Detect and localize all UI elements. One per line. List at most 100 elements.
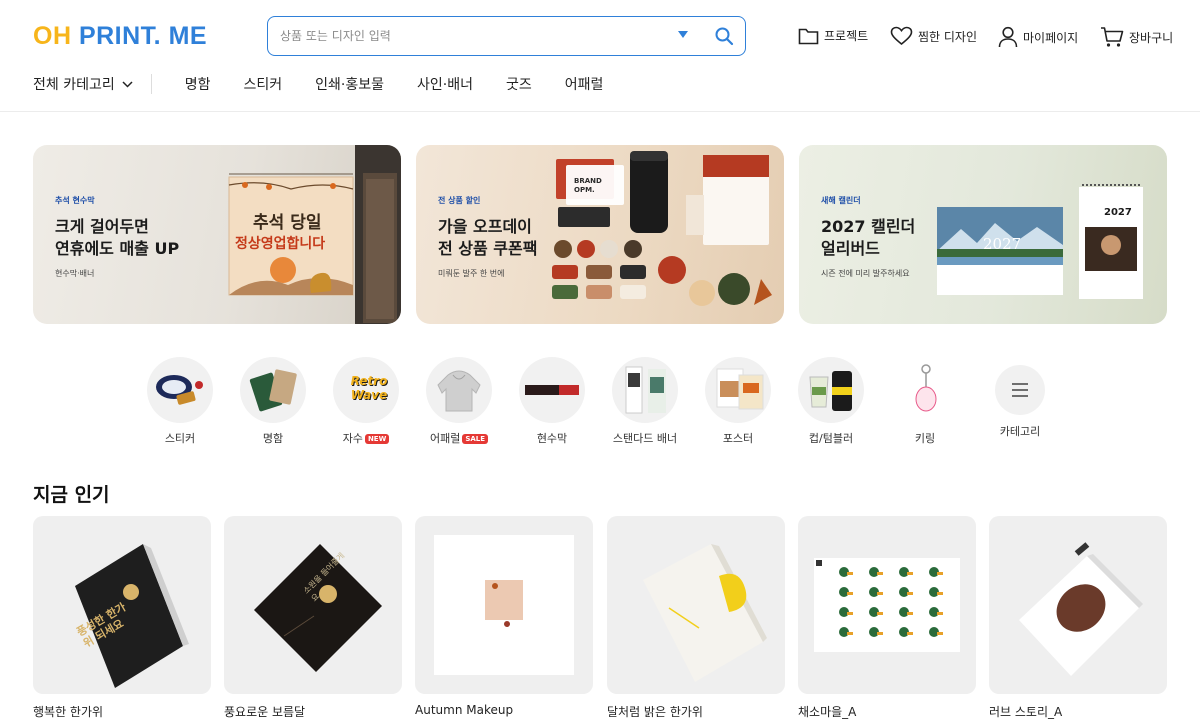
banner-tag: 전 상품 할인 <box>438 196 481 205</box>
popular-section-title: 지금 인기 <box>33 484 110 506</box>
banner-title-line1: 가을 오프데이 <box>438 217 532 236</box>
liked-designs-label: 찜한 디자인 <box>918 29 978 44</box>
promo-banner-chuseok[interactable]: 추석 당일 정상영업합니다 추석 현수막 크게 걸어두면 연휴에도 매출 UP … <box>33 145 401 324</box>
folder-icon <box>798 28 819 45</box>
banner-title-line1: 2027 캘린더 <box>821 217 916 236</box>
chevron-down-icon <box>122 80 133 88</box>
search-dropdown-icon[interactable] <box>678 31 688 38</box>
category-label: 명함 <box>262 432 284 445</box>
nav-goods[interactable]: 굿즈 <box>506 74 532 94</box>
cup-icon <box>798 357 864 423</box>
project-label: 프로젝트 <box>824 29 869 43</box>
category-embroidery[interactable]: Retro Wave 자수 NEW <box>331 357 401 446</box>
banner-tag: 새해 캘린더 <box>821 196 861 205</box>
banner-title-line2: 전 상품 쿠폰팩 <box>438 239 538 258</box>
category-nav: 전체 카테고리 명함 스티커 인쇄·홍보물 사인·배너 굿즈 어패럴 <box>33 74 603 94</box>
category-label: 스티커 <box>164 432 196 445</box>
product-image <box>798 516 976 694</box>
category-label: 포스터 <box>722 432 754 445</box>
cart-label: 장바구니 <box>1129 30 1174 45</box>
category-poster[interactable]: 포스터 <box>703 357 773 446</box>
sticker-icon <box>147 357 213 423</box>
banner-title-line1: 크게 걸어두면 <box>55 217 149 236</box>
product-image <box>989 516 1167 694</box>
category-business-card[interactable]: 명함 <box>238 357 308 446</box>
product-name: 행복한 한가위 <box>33 705 104 719</box>
category-label: 컵/텀블러 <box>808 432 854 445</box>
search-box <box>267 16 746 56</box>
category-banner[interactable]: 현수막 <box>517 357 587 446</box>
all-categories-button[interactable]: 전체 카테고리 <box>33 74 152 94</box>
business-card-icon <box>240 357 306 423</box>
category-cup-tumbler[interactable]: 컵/텀블러 <box>796 357 866 446</box>
banner-title-line2: 연휴에도 매출 UP <box>55 239 180 258</box>
embroidery-icon: Retro Wave <box>333 357 399 423</box>
product-image <box>607 516 785 694</box>
category-label: 키링 <box>914 432 936 445</box>
product-card[interactable]: 달처럼 밝은 한가위 <box>607 516 785 720</box>
category-sticker[interactable]: 스티커 <box>145 357 215 446</box>
promo-banner-calendar[interactable]: 2027 2027 새해 캘린더 2027 캘린더 얼리버드 시즌 전에 미리 … <box>799 145 1167 324</box>
product-card[interactable]: Autumn Makeup <box>415 516 593 717</box>
category-label: 어패럴 <box>429 432 461 445</box>
product-card[interactable]: 소원을 들어줄게요 풍요로운 보름달 <box>224 516 402 720</box>
nav-print-promo[interactable]: 인쇄·홍보물 <box>315 74 384 94</box>
nav-business-card[interactable]: 명함 <box>185 74 211 94</box>
category-label: 카테고리 <box>999 425 1041 438</box>
product-image: 풍성한 한가위 되세요 <box>33 516 211 694</box>
cart-icon <box>1101 27 1124 47</box>
nav-sign-banner[interactable]: 사인·배너 <box>417 74 473 94</box>
banner-title-line2: 얼리버드 <box>821 239 880 258</box>
banner-sign-line1: 추석 당일 <box>253 213 322 233</box>
category-label-wrap: 어패럴 SALE <box>424 430 494 446</box>
keyring-icon <box>892 357 958 423</box>
category-label-wrap: 자수 NEW <box>331 430 401 446</box>
search-input[interactable] <box>280 26 670 46</box>
retro-wave-art: Retro Wave <box>350 374 388 402</box>
banner-text: 추석 현수막 크게 걸어두면 연휴에도 매출 UP 현수막·배너 <box>55 195 179 279</box>
product-name: Autumn Makeup <box>415 703 514 717</box>
product-image <box>415 516 593 694</box>
logo-print-me: PRINT. ME <box>78 22 208 50</box>
banner-subtitle: 현수막·배너 <box>55 269 95 278</box>
category-keyring[interactable]: 키링 <box>890 357 960 446</box>
product-card[interactable]: 채소마을_A <box>798 516 976 720</box>
mypage-link[interactable]: 마이페이지 <box>998 26 1078 48</box>
product-card[interactable]: 풍성한 한가위 되세요 행복한 한가위 <box>33 516 211 720</box>
user-icon <box>998 26 1018 48</box>
logo-oh: OH <box>33 22 72 50</box>
project-link[interactable]: 프로젝트 <box>798 26 868 45</box>
heart-icon <box>890 26 913 46</box>
banner-text: 전 상품 할인 가을 오프데이 전 상품 쿠폰팩 미뤄둔 발주 한 번에 <box>438 195 537 279</box>
banner-icon <box>519 357 585 423</box>
nav-apparel[interactable]: 어패럴 <box>565 74 604 94</box>
brand-card-text: BRAND OPM. <box>574 177 602 194</box>
category-label: 자수 <box>342 432 363 445</box>
category-apparel[interactable]: 어패럴 SALE <box>424 357 494 446</box>
category-all-menu[interactable]: 카테고리 <box>985 357 1055 439</box>
calendar-wall-year: 2027 <box>983 235 1022 253</box>
product-name: 달처럼 밝은 한가위 <box>607 705 703 719</box>
promo-banner-coupon[interactable]: BRAND OPM. 전 상품 할인 가을 오프데이 전 상품 쿠폰팩 미뤄둔 … <box>416 145 784 324</box>
standard-banner-icon <box>612 357 678 423</box>
banner-tag: 추석 현수막 <box>55 196 95 205</box>
calendar-desk-year: 2027 <box>1104 207 1132 218</box>
liked-designs-link[interactable]: 찜한 디자인 <box>890 26 977 46</box>
banner-subtitle: 미뤄둔 발주 한 번에 <box>438 269 505 278</box>
search-icon[interactable] <box>714 26 734 46</box>
product-name: 풍요로운 보름달 <box>224 705 306 719</box>
cart-link[interactable]: 장바구니 <box>1100 26 1173 48</box>
category-standard-banner[interactable]: 스탠다드 배너 <box>610 357 680 446</box>
hoodie-icon <box>426 357 492 423</box>
banner-sign-line2: 정상영업합니다 <box>235 236 326 252</box>
product-card[interactable]: 러브 스토리_A <box>989 516 1167 720</box>
category-label: 현수막 <box>536 432 568 445</box>
category-label: 스탠다드 배너 <box>612 432 678 445</box>
site-header: OH PRINT. ME 프로젝트 찜한 디자인 마이페이지 <box>0 0 1200 112</box>
poster-icon <box>705 357 771 423</box>
site-logo[interactable]: OH PRINT. ME <box>33 22 207 51</box>
new-badge: NEW <box>364 434 390 444</box>
product-name: 러브 스토리_A <box>989 705 1063 719</box>
nav-sticker[interactable]: 스티커 <box>244 74 283 94</box>
menu-icon <box>995 365 1045 415</box>
